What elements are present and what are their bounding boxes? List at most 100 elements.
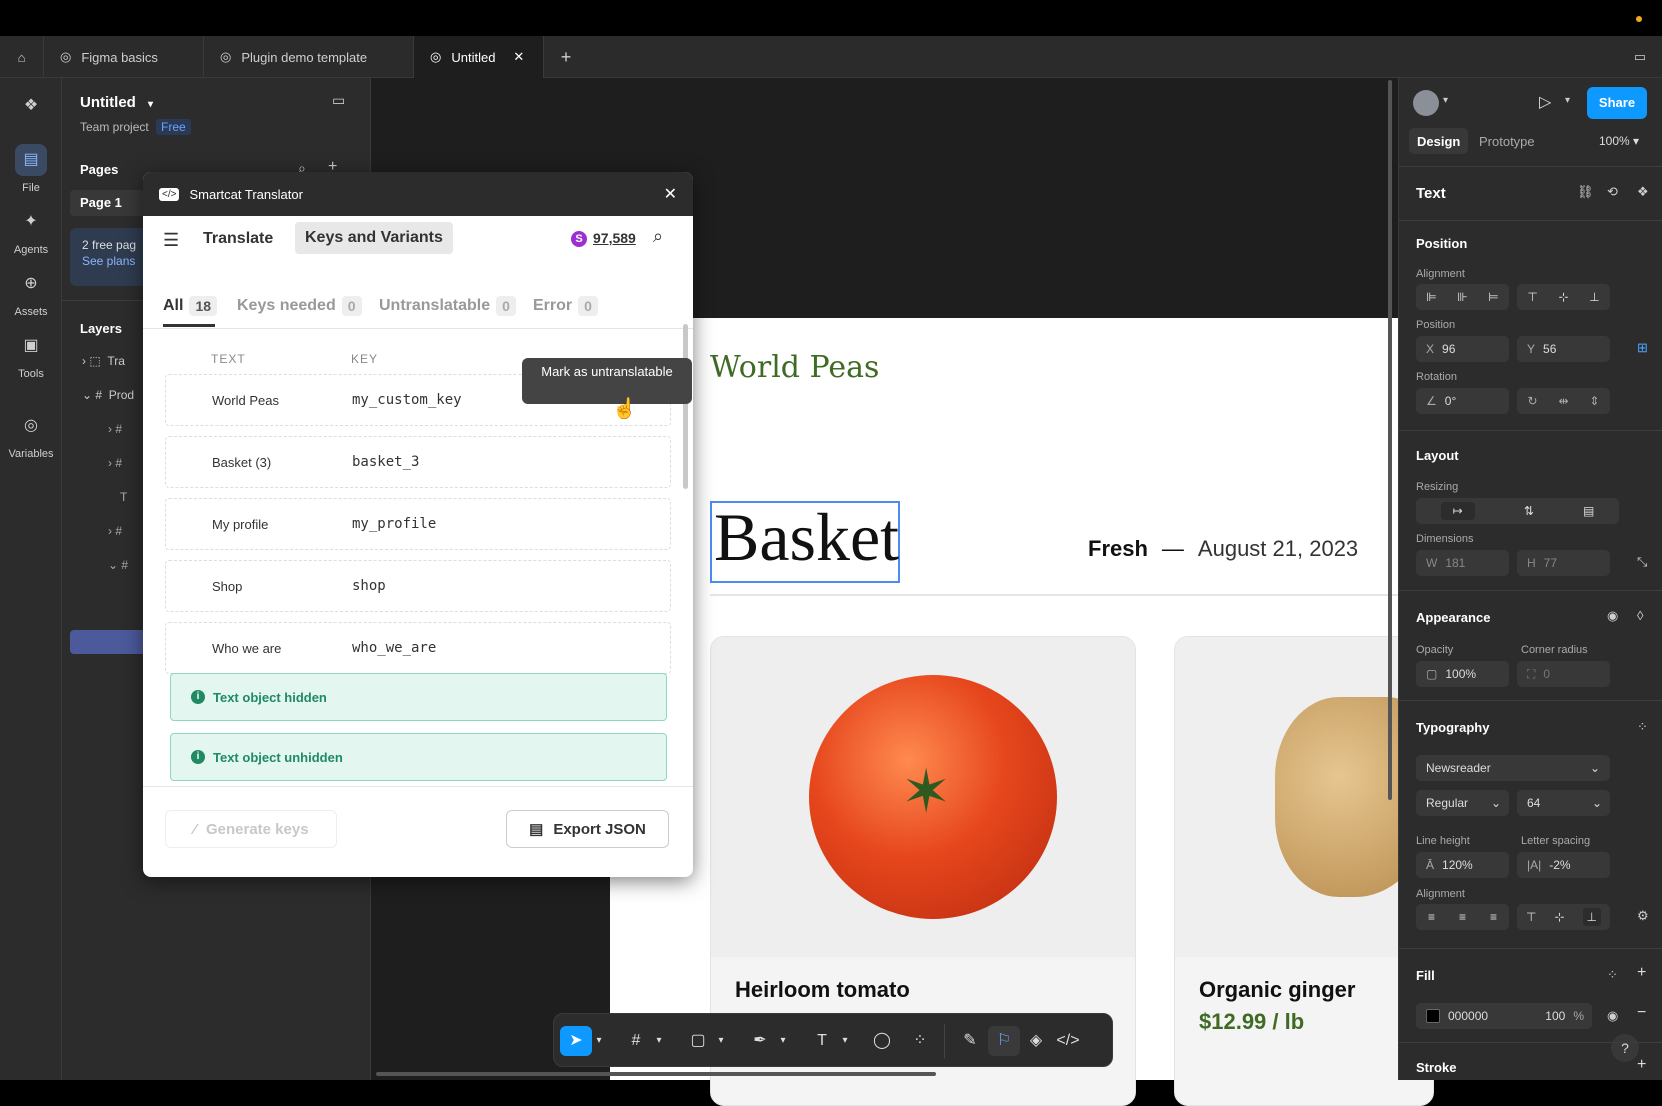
chevron-down-icon[interactable]: ▾ <box>1565 95 1570 106</box>
constraints-icon[interactable]: ⊞ <box>1637 340 1648 356</box>
letter-spacing-input[interactable]: |A| -2% <box>1517 852 1610 878</box>
type-settings-icon[interactable]: ⚙ <box>1637 908 1649 924</box>
tab-untitled[interactable]: ◎ Untitled ✕ <box>414 36 544 78</box>
fixed-size-icon[interactable]: ▤ <box>1583 504 1594 518</box>
row-key[interactable]: my_profile <box>352 516 436 532</box>
table-row[interactable]: Shop shop <box>165 560 671 612</box>
table-row[interactable]: My profile my_profile <box>165 498 671 550</box>
filter-error[interactable]: Error 0 <box>533 296 598 316</box>
pen-tool-icon[interactable]: ✒ <box>744 1026 776 1056</box>
flip-vertical-icon[interactable]: ⇕ <box>1589 394 1599 408</box>
nav-translate[interactable]: Translate <box>203 230 273 248</box>
panel-toggle-icon[interactable]: ▭ <box>332 92 345 109</box>
chevron-down-icon[interactable]: ▾ <box>592 1026 606 1056</box>
blend-mode-drop-icon[interactable]: ◊ <box>1637 608 1643 623</box>
text-tool-icon[interactable]: T <box>806 1026 838 1056</box>
component-icon[interactable]: ❖ <box>1637 184 1649 200</box>
rotation-input[interactable]: ∠ 0° <box>1416 388 1509 414</box>
selected-layer[interactable] <box>70 630 150 654</box>
present-play-icon[interactable]: ▷ <box>1539 92 1551 112</box>
text-align-top-icon[interactable]: ⊤ <box>1526 910 1536 924</box>
text-align-middle-icon[interactable]: ⊹ <box>1554 910 1564 924</box>
row-key[interactable]: shop <box>352 578 386 594</box>
text-align-bottom-icon[interactable]: ⊥ <box>1582 908 1601 926</box>
canvas-horizontal-scrollbar[interactable] <box>376 1072 936 1076</box>
plugin-scrollbar[interactable] <box>683 324 688 489</box>
share-button[interactable]: Share <box>1587 87 1647 119</box>
frame-tool-icon[interactable]: # <box>620 1026 652 1056</box>
table-row[interactable]: Basket (3) basket_3 <box>165 436 671 488</box>
search-icon[interactable]: ⌕ <box>653 226 663 247</box>
rail-assets[interactable]: ⊕ Assets <box>0 268 62 318</box>
credits-balance[interactable]: 97,589 <box>593 230 636 246</box>
basket-heading[interactable]: Basket <box>714 498 899 577</box>
canvas-vertical-scrollbar[interactable] <box>1388 80 1392 800</box>
move-tool-icon[interactable]: ➤ <box>560 1026 592 1056</box>
chevron-down-icon[interactable]: ▾ <box>838 1026 852 1056</box>
help-icon[interactable]: ? <box>1611 1034 1639 1062</box>
rail-variables[interactable]: ◎ Variables <box>0 410 62 460</box>
add-stroke-icon[interactable]: + <box>1637 1056 1646 1074</box>
visibility-eye-icon[interactable]: ◉ <box>1607 608 1618 624</box>
figma-logo-icon[interactable]: ❖ <box>0 90 62 128</box>
fill-styles-grid-icon[interactable]: ⁘ <box>1607 967 1618 983</box>
layer-item[interactable]: ⌄ # Prod <box>82 388 134 402</box>
layer-item[interactable]: › # <box>108 524 122 538</box>
filter-all[interactable]: All 18 <box>163 296 218 316</box>
avatar[interactable] <box>1413 90 1439 116</box>
x-input[interactable]: X 96 <box>1416 336 1509 362</box>
transform-group[interactable]: ↻ ⇹ ⇕ <box>1517 388 1610 414</box>
menu-icon[interactable]: ☰ <box>163 230 179 251</box>
table-row[interactable]: Who we are who_we_are <box>165 622 671 674</box>
rectangle-tool-icon[interactable]: ▢ <box>682 1026 714 1056</box>
opacity-input[interactable]: ▢ 100% <box>1416 661 1509 687</box>
filter-keys-needed[interactable]: Keys needed 0 <box>237 296 362 316</box>
tab-plugin-demo[interactable]: ◎ Plugin demo template <box>204 36 414 78</box>
align-top-icon[interactable]: ⊤ <box>1527 290 1537 304</box>
rail-tools[interactable]: ▣ Tools <box>0 330 62 380</box>
rotate-icon[interactable]: ↻ <box>1527 394 1537 408</box>
new-tab-plus-icon[interactable]: + <box>544 36 588 78</box>
chevron-down-icon[interactable]: ▾ <box>652 1026 666 1056</box>
visibility-eye-icon[interactable]: ◉ <box>1607 1008 1618 1024</box>
chevron-down-icon[interactable]: ▾ <box>776 1026 790 1056</box>
text-align-right-icon[interactable]: ≡ <box>1490 910 1497 924</box>
zoom-control[interactable]: 100% ▾ <box>1599 134 1639 148</box>
text-align-left-icon[interactable]: ≡ <box>1428 910 1435 924</box>
tab-figma-basics[interactable]: ◎ Figma basics <box>44 36 204 78</box>
sidebar-toggle-icon[interactable]: ▭ <box>1618 36 1662 78</box>
align-right-icon[interactable]: ⊨ <box>1488 290 1498 304</box>
draw-mode-icon[interactable]: ✎ <box>954 1026 986 1056</box>
close-icon[interactable]: ✕ <box>513 49 524 65</box>
auto-height-icon[interactable]: ⇅ <box>1524 504 1534 518</box>
layer-item[interactable]: › ⬚ Tra <box>82 354 125 368</box>
home-icon[interactable]: ⌂ <box>0 36 44 78</box>
rail-file[interactable]: ▤ File <box>0 144 62 194</box>
remove-fill-icon[interactable]: − <box>1637 1004 1646 1022</box>
filter-untranslatable[interactable]: Untranslatable 0 <box>379 296 516 316</box>
fill-swatch[interactable] <box>1426 1009 1440 1023</box>
comment-tool-icon[interactable]: ◯ <box>866 1026 898 1056</box>
corner-radius-input[interactable]: ⛶ 0 <box>1517 661 1610 687</box>
vertical-align-group[interactable]: ⊤ ⊹ ⊥ <box>1517 284 1610 310</box>
resizing-group[interactable]: ↦ ⇅ ▤ <box>1416 498 1619 524</box>
text-styles-grid-icon[interactable]: ⁘ <box>1637 719 1648 735</box>
text-align-center-icon[interactable]: ≡ <box>1459 910 1466 924</box>
chevron-down-icon[interactable]: ▾ <box>714 1026 728 1056</box>
file-title[interactable]: Untitled ▾ <box>80 94 153 111</box>
dev-mode-code-icon[interactable]: </> <box>1052 1026 1084 1056</box>
text-layer-icon[interactable]: T <box>120 490 127 504</box>
row-key[interactable]: basket_3 <box>352 454 419 470</box>
add-fill-icon[interactable]: + <box>1637 964 1646 982</box>
fill-input[interactable]: 000000 100% <box>1416 1003 1592 1029</box>
product-card[interactable]: Organic ginger $12.99 / lb <box>1174 636 1434 1106</box>
layer-item[interactable]: › # <box>108 422 122 436</box>
font-weight-select[interactable]: Regular ⌄ <box>1416 790 1509 816</box>
flip-horizontal-icon[interactable]: ⇹ <box>1558 394 1568 408</box>
tab-prototype[interactable]: Prototype <box>1479 134 1535 149</box>
design-mode-icon[interactable]: ⚐ <box>988 1026 1020 1056</box>
auto-width-icon[interactable]: ↦ <box>1440 502 1475 520</box>
row-key[interactable]: my_custom_key <box>352 392 462 408</box>
layer-item[interactable]: ⌄ # <box>108 558 128 572</box>
height-input[interactable]: H 77 <box>1517 550 1610 576</box>
